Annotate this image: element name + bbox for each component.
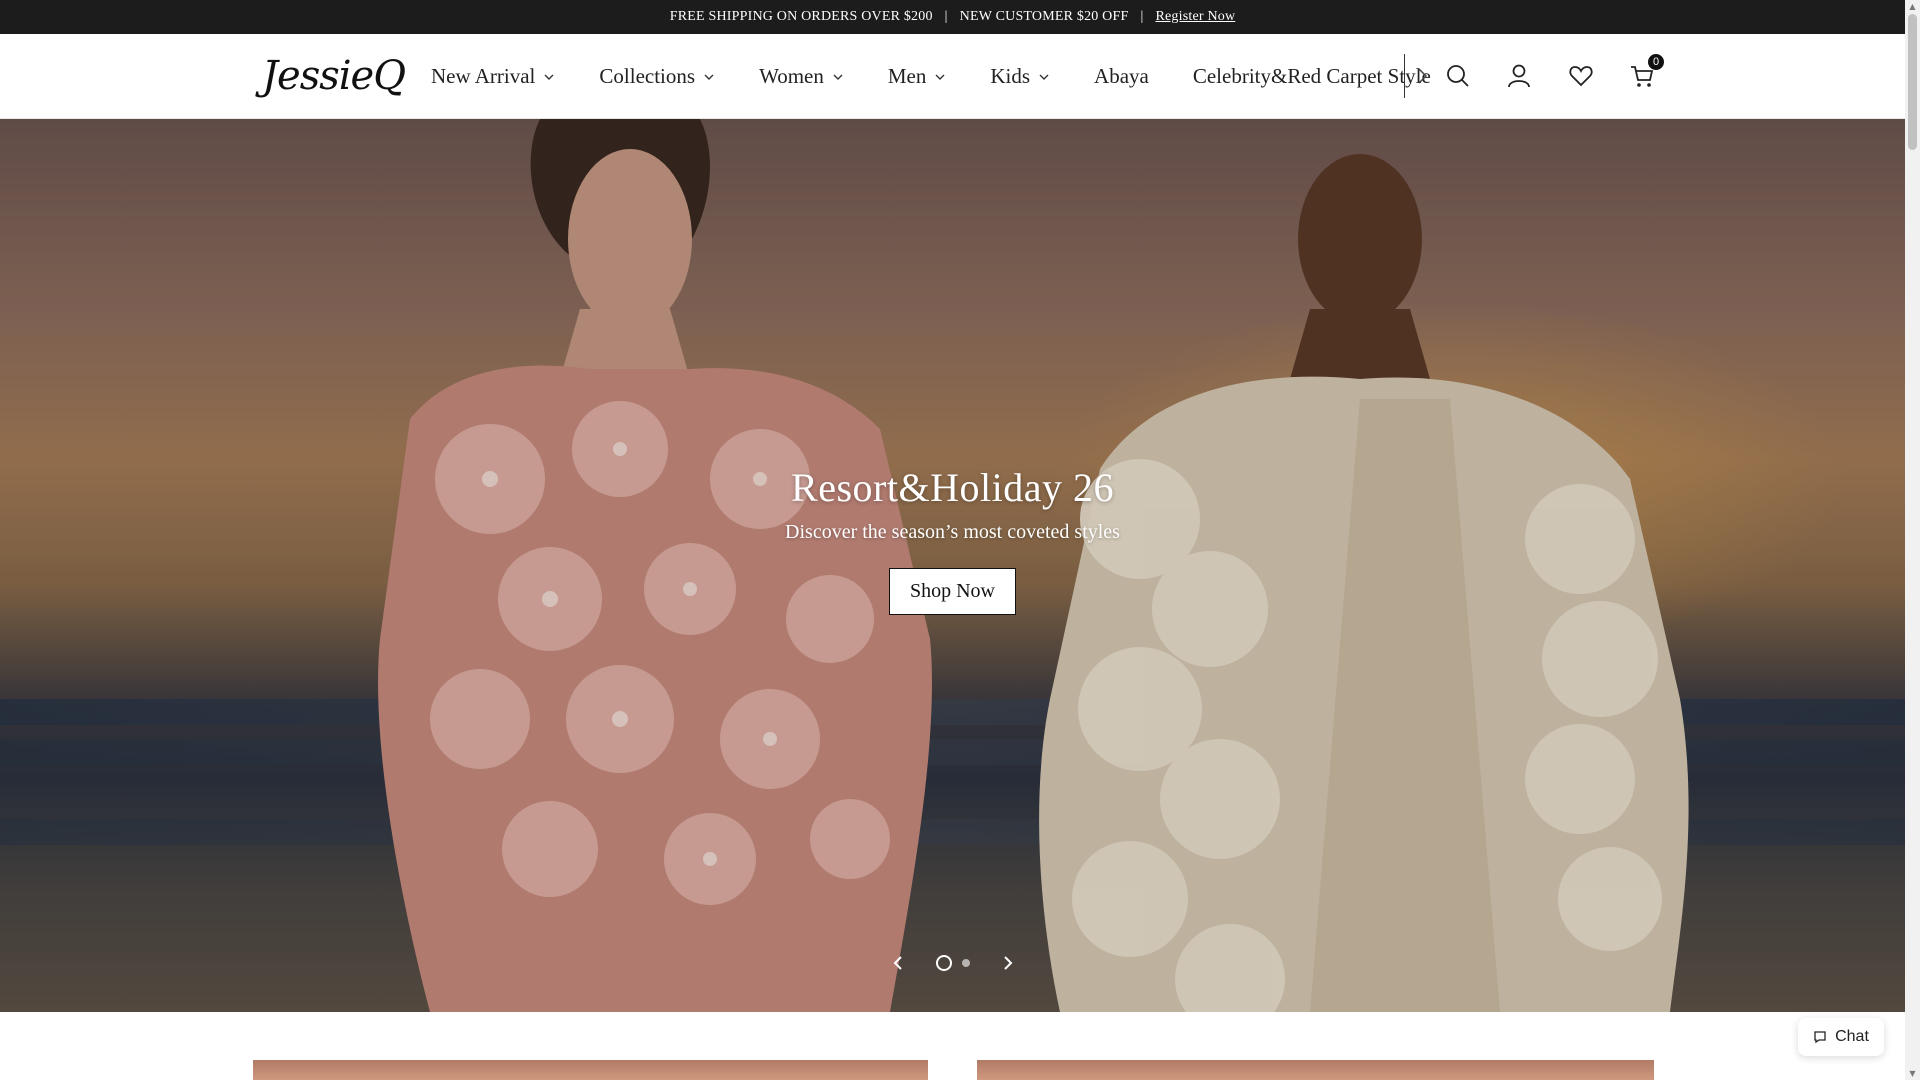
chat-button[interactable]: Chat xyxy=(1798,1018,1884,1056)
announcement-separator: | xyxy=(944,9,948,24)
hero-banner: Resort&Holiday 26 Discover the season’s … xyxy=(0,119,1905,1012)
chevron-down-icon xyxy=(1039,74,1049,80)
shop-now-button[interactable]: Shop Now xyxy=(888,568,1016,615)
chat-bubble-icon xyxy=(1814,1031,1826,1044)
search-icon xyxy=(1447,65,1469,87)
nav-scroll-right-button[interactable] xyxy=(1404,54,1438,98)
new-customer-text: NEW CUSTOMER $20 OFF xyxy=(959,9,1129,24)
nav-item-new-arrival[interactable]: New Arrival xyxy=(431,64,555,89)
nav-label: New Arrival xyxy=(431,64,536,88)
cart-count-badge: 0 xyxy=(1648,54,1664,70)
nav-item-men[interactable]: Men xyxy=(888,64,947,89)
carousel-dot-2[interactable] xyxy=(962,959,970,967)
nav-item-celebrity[interactable]: Celebrity&Red Carpet Style xyxy=(1193,64,1431,89)
carousel-prev-icon[interactable] xyxy=(888,953,908,973)
account-icon xyxy=(1508,64,1530,88)
chevron-down-icon xyxy=(704,74,714,80)
chevron-down-icon xyxy=(544,74,554,80)
nav-label: Women xyxy=(759,64,824,88)
nav-label: Kids xyxy=(990,64,1031,88)
announcement-separator-2: | xyxy=(1140,9,1144,24)
heart-icon xyxy=(1569,66,1593,87)
hero-subtitle: Discover the season’s most coveted style… xyxy=(785,521,1120,543)
scrollbar-thumb[interactable] xyxy=(1908,14,1917,150)
chevron-down-icon xyxy=(833,74,843,80)
hero-content: Resort&Holiday 26 Discover the season’s … xyxy=(0,464,1905,615)
main-nav: New Arrival Collections Women Men Kids A… xyxy=(431,34,1475,119)
nav-item-abaya[interactable]: Abaya xyxy=(1094,64,1149,89)
chevron-right-icon xyxy=(1417,68,1427,84)
announcement-bar: FREE SHIPPING ON ORDERS OVER $200 | NEW … xyxy=(0,0,1905,34)
free-shipping-text: FREE SHIPPING ON ORDERS OVER $200 xyxy=(669,9,933,24)
scroll-up-icon[interactable]: ▲ xyxy=(1908,2,1917,11)
register-now-link[interactable]: Register Now xyxy=(1155,9,1235,25)
site-header: JessieQ New Arrival Collections Women Me… xyxy=(0,34,1905,119)
account-button[interactable] xyxy=(1503,60,1535,92)
chat-label: Chat xyxy=(1835,1028,1869,1045)
wishlist-button[interactable] xyxy=(1565,60,1597,92)
nav-label: Collections xyxy=(599,64,696,88)
nav-item-collections[interactable]: Collections xyxy=(599,64,715,89)
scroll-down-icon[interactable]: ▼ xyxy=(1908,1069,1917,1078)
brand-logo[interactable]: JessieQ xyxy=(262,48,406,104)
collection-card-preview-right[interactable] xyxy=(977,1060,1654,1080)
nav-label: Abaya xyxy=(1094,64,1149,88)
nav-item-kids[interactable]: Kids xyxy=(990,64,1050,89)
collection-card-preview-left[interactable] xyxy=(253,1060,928,1080)
page-scrollbar[interactable]: ▲ ▼ xyxy=(1905,0,1920,1080)
hero-title: Resort&Holiday 26 xyxy=(791,465,1114,510)
chevron-down-icon xyxy=(935,74,945,80)
carousel-dots xyxy=(936,955,970,971)
carousel-dot-1[interactable] xyxy=(936,955,952,971)
carousel-next-icon[interactable] xyxy=(998,953,1018,973)
cart-button[interactable]: 0 xyxy=(1626,54,1664,92)
search-button[interactable] xyxy=(1442,60,1474,92)
nav-item-women[interactable]: Women xyxy=(759,64,844,89)
nav-label: Celebrity&Red Carpet Style xyxy=(1192,64,1431,88)
nav-label: Men xyxy=(887,64,927,88)
carousel-controls xyxy=(888,949,1018,977)
